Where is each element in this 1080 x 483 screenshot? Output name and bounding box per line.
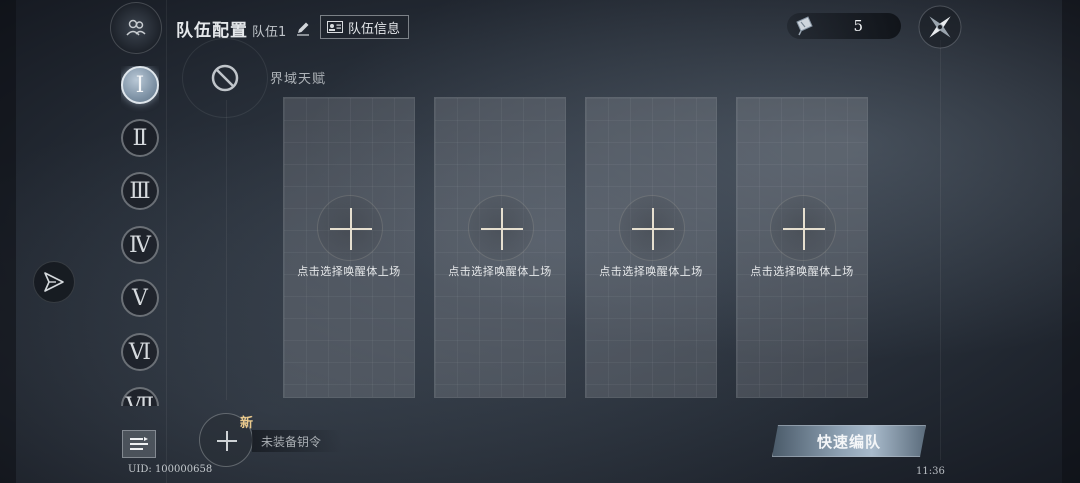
resource-counter[interactable]: 5	[787, 13, 901, 39]
clock-text: 11:36	[916, 466, 945, 477]
list-menu-icon	[130, 437, 148, 450]
plus-icon	[317, 195, 383, 261]
key-label: 未装备钥令	[252, 430, 342, 452]
resource-count: 5	[853, 17, 863, 35]
team-emblem	[110, 2, 162, 54]
guide-line	[940, 40, 941, 460]
character-slot-4[interactable]: 点击选择唤醒体上场	[736, 97, 868, 398]
team-info-label: 队伍信息	[348, 21, 401, 37]
slot-label: 点击选择唤醒体上场	[599, 265, 703, 278]
menu-button[interactable]	[122, 430, 156, 458]
team-nav-list: Ⅰ Ⅱ Ⅲ Ⅳ Ⅴ Ⅵ Ⅶ	[121, 66, 159, 406]
quick-team-button[interactable]: 快速编队	[772, 425, 926, 457]
team-config-screen: 队伍配置 队伍1 队伍信息 界域天赋 Ⅰ Ⅱ Ⅲ Ⅳ Ⅴ Ⅵ Ⅶ 点击选择唤醒体…	[0, 0, 1080, 483]
paper-plane-icon	[44, 272, 64, 292]
slot-label: 点击选择唤醒体上场	[448, 265, 552, 278]
plus-icon	[468, 195, 534, 261]
team-members-icon	[126, 19, 146, 36]
id-card-icon	[327, 21, 343, 33]
realm-talent-slot[interactable]	[182, 38, 268, 118]
team-tab-1[interactable]: Ⅰ	[121, 66, 159, 104]
left-edge-shade	[0, 0, 16, 483]
character-slot-1[interactable]: 点击选择唤醒体上场	[283, 97, 415, 398]
team-tab-6[interactable]: Ⅵ	[121, 333, 159, 371]
guide-line	[226, 100, 227, 400]
realm-talent-label: 界域天赋	[270, 72, 327, 87]
pencil-icon[interactable]	[295, 20, 311, 36]
team-info-button[interactable]: 队伍信息	[320, 15, 409, 39]
prohibited-icon	[211, 64, 239, 92]
guide-line	[166, 0, 167, 483]
team-tab-5[interactable]: Ⅴ	[121, 279, 159, 317]
slot-label: 点击选择唤醒体上场	[750, 265, 854, 278]
uid-text: UID: 100000658	[128, 464, 213, 475]
plus-icon	[619, 195, 685, 261]
page-title: 队伍配置	[176, 21, 248, 41]
plus-icon	[770, 195, 836, 261]
send-button[interactable]	[33, 261, 75, 303]
right-edge-shade	[1062, 0, 1080, 483]
character-slot-3[interactable]: 点击选择唤醒体上场	[585, 97, 717, 398]
new-badge: 新	[240, 416, 254, 431]
team-tab-3[interactable]: Ⅲ	[121, 172, 159, 210]
team-tab-7[interactable]: Ⅶ	[121, 387, 159, 406]
character-slot-2[interactable]: 点击选择唤醒体上场	[434, 97, 566, 398]
ticket-icon	[796, 16, 813, 36]
team-tab-4[interactable]: Ⅳ	[121, 226, 159, 264]
team-name: 队伍1	[252, 25, 287, 40]
compass-icon[interactable]	[917, 4, 963, 50]
slot-label: 点击选择唤醒体上场	[297, 265, 401, 278]
team-tab-2[interactable]: Ⅱ	[121, 119, 159, 157]
